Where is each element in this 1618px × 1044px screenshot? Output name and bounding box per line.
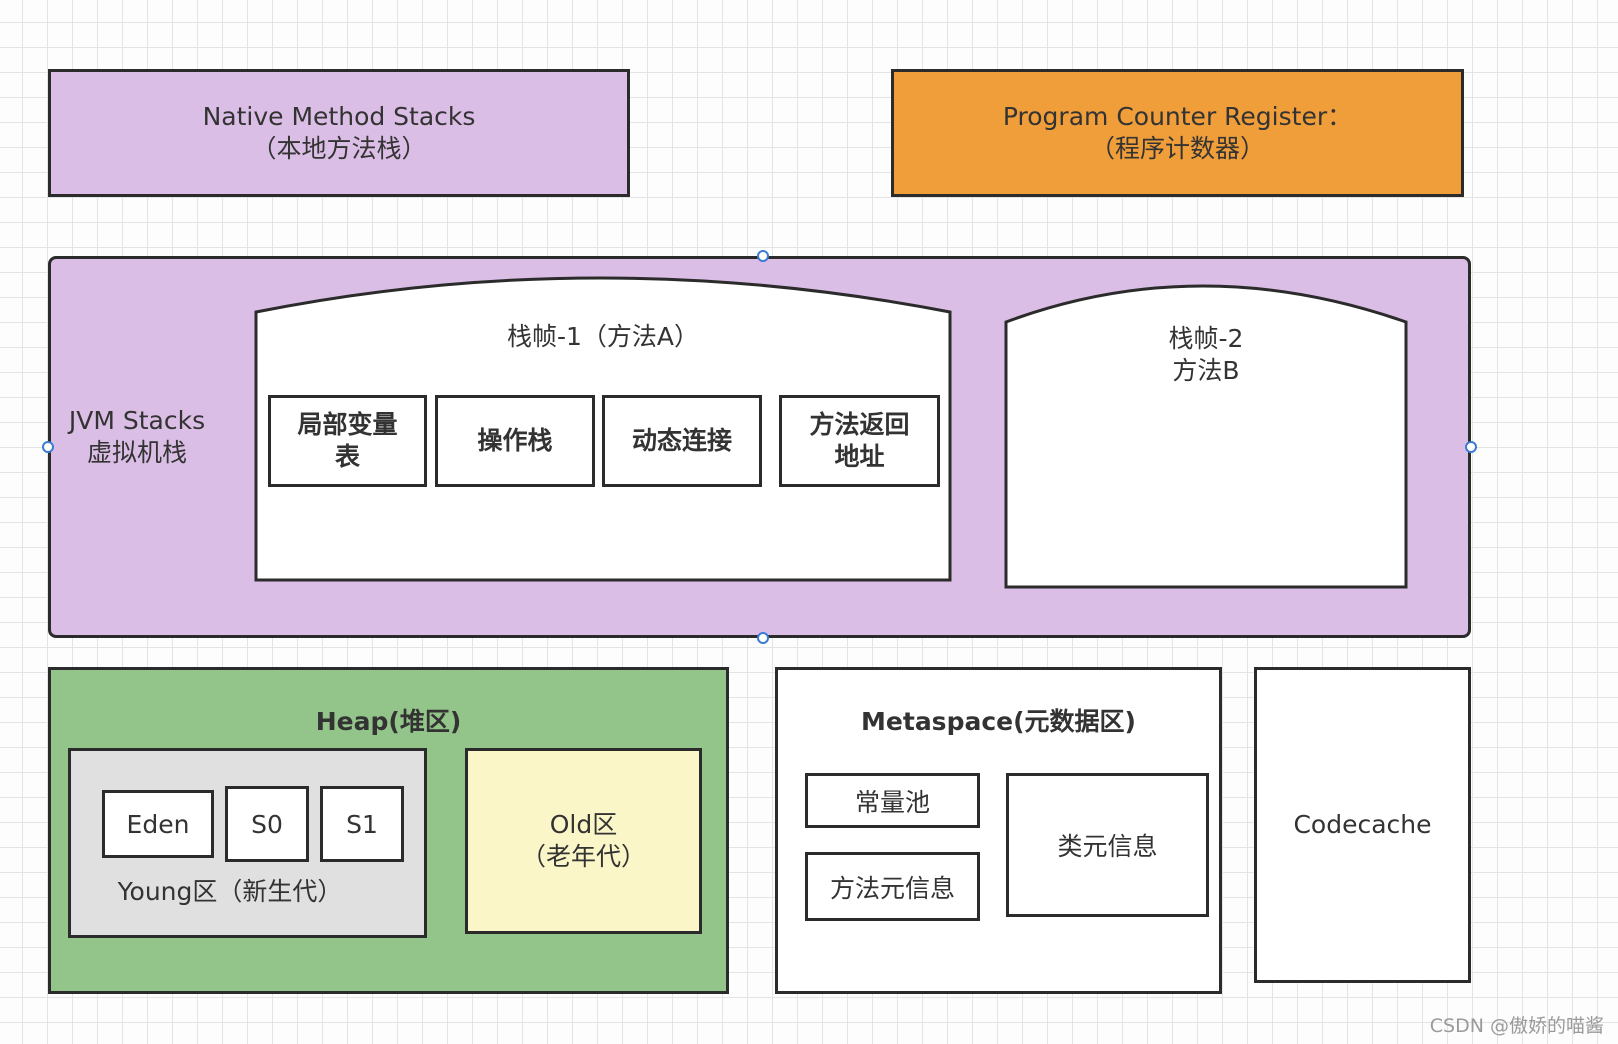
operand-stack-label: 操作栈 [477, 426, 553, 455]
local-variable-table-line1: 局部变量 [297, 410, 398, 439]
stack-frame-1-title: 栈帧-1（方法A） [506, 322, 700, 351]
eden-box[interactable]: Eden [102, 790, 214, 858]
constant-pool-box[interactable]: 常量池 [805, 773, 980, 828]
method-metadata-box[interactable]: 方法元信息 [805, 852, 980, 921]
stack-frame-2-title: 栈帧-2 [1168, 324, 1244, 353]
dynamic-linking[interactable]: 动态连接 [602, 395, 762, 487]
operand-stack[interactable]: 操作栈 [435, 395, 595, 487]
s0-box[interactable]: S0 [225, 786, 309, 862]
old-generation-sublabel: （老年代） [520, 842, 646, 871]
s1-box[interactable]: S1 [320, 786, 404, 862]
heap-title: Heap(堆区) [315, 707, 462, 736]
dynamic-linking-label: 动态连接 [631, 426, 732, 455]
watermark: CSDN @傲娇的喵酱 [1429, 1015, 1604, 1037]
return-address-line2: 地址 [834, 442, 885, 471]
constant-pool-label: 常量池 [854, 787, 930, 817]
old-generation-box[interactable]: Old区 （老年代） [465, 748, 702, 934]
s0-label: S0 [251, 809, 283, 839]
stack-frame-2-label: 栈帧-2 方法B [1006, 323, 1406, 387]
eden-label: Eden [126, 809, 190, 839]
s1-label: S1 [346, 809, 378, 839]
class-metadata-label: 类元信息 [1057, 832, 1158, 861]
young-generation-label: Young区（新生代） [117, 877, 343, 906]
return-address[interactable]: 方法返回 地址 [779, 395, 940, 487]
class-metadata-box[interactable]: 类元信息 [1006, 773, 1209, 917]
codecache-box[interactable]: Codecache [1254, 667, 1471, 983]
local-variable-table[interactable]: 局部变量 表 [268, 395, 427, 487]
local-variable-table-line2: 表 [334, 442, 360, 471]
return-address-line1: 方法返回 [809, 410, 910, 439]
metaspace-title: Metaspace(元数据区) [861, 707, 1136, 736]
codecache-label: Codecache [1293, 810, 1432, 839]
method-metadata-label: 方法元信息 [829, 873, 955, 903]
stack-frame-2-subtitle: 方法B [1172, 356, 1240, 385]
old-generation-label: Old区 [549, 810, 618, 839]
